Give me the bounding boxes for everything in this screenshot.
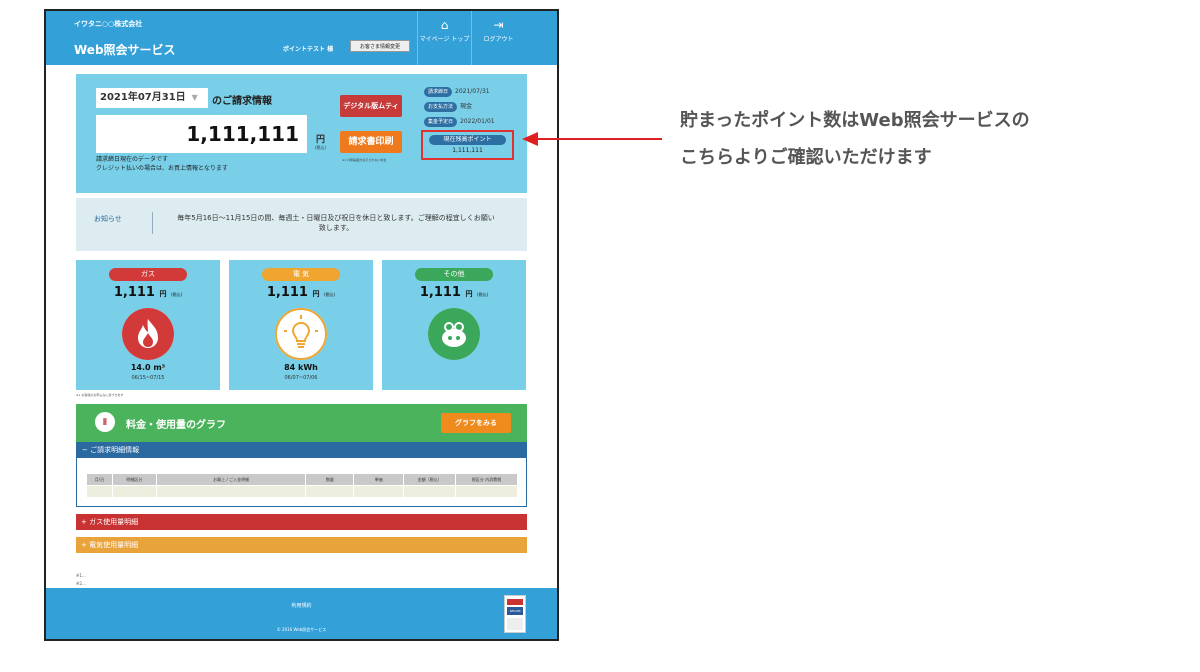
notice-panel: お知らせ 毎年5月16日～11月15日の間、毎週土・日曜日及び祝日を休日と致しま… [76,198,527,251]
billing-date-value: 2021年07月31日 [100,92,186,103]
info-label: お支払方法 [424,102,458,112]
yen-unit: 円 [316,135,326,145]
detail-table: 月/日 明細区分 お買上 / ご入金明細 数量 単価 金額（税込） 税区分 内消… [86,473,518,498]
user-name: ポイントテスト 様 [283,46,334,53]
info-label: 請求締日 [424,87,453,97]
print-note: ※1 印刷画面が表示されない場合 [342,158,387,162]
chart-icon: ▮ [95,412,115,432]
col-category: 明細区分 [111,473,157,486]
info-label: 集金予定日 [424,117,458,127]
table-row [86,485,518,498]
info-collection-date: 集金予定日 2022/01/01 [424,117,495,127]
gas-period: 06/15~07/15 [131,375,165,381]
gas-amount: 1,111 円 (税込) [113,285,183,300]
gas-card[interactable]: ガス 1,111 円 (税込) 14.0 m³ 06/15~07/15 [76,260,220,390]
copyright: © 2016 Web照会サービス [276,627,327,632]
billing-title: のご請求情報 [212,96,272,107]
electricity-period: 06/07~07/06 [284,375,318,381]
col-date: 月/日 [86,473,113,486]
info-value: 2022/01/01 [460,118,495,125]
electricity-amount: 1,111 円 (税込) [266,285,336,300]
col-quantity: 数量 [305,473,355,486]
site-header: イワタニ○○株式会社 Web照会サービス ポイントテスト 様 お客さま情報変更 … [46,11,557,65]
view-graph-button[interactable]: グラフをみる [441,413,511,433]
terms-link[interactable]: 利用規約 [46,602,557,609]
billing-panel: 2021年07月31日 ▼ のご請求情報 1,111,111 円 (税込) 請求締… [76,74,527,193]
col-description: お買上 / ご入金明細 [155,473,307,486]
annotation-line-1: 貯まったポイント数はWeb照会サービスの [680,110,1030,131]
customer-info-button[interactable]: お客さま情報変更 [350,40,410,52]
notice-divider [152,212,153,234]
other-card[interactable]: その他 1,111 円 (税込) [382,260,526,390]
info-payment-method: お支払方法 現金 [424,102,472,112]
electricity-card[interactable]: 電 気 1,111 円 (税込) 84 kWh 06/07~07/06 [229,260,373,390]
mypage-top-button[interactable]: ⌂ マイページ トップ [417,11,471,65]
footnote: ※1 お客様のお申込みに基づきます [76,393,124,397]
electricity-usage-detail-toggle[interactable]: + 電気使用量明細 [76,537,527,553]
info-value: 現金 [460,103,473,110]
secom-badge-bottom [507,618,523,630]
site-footer: 利用規約 © 2016 Web照会サービス SECOM [46,588,557,639]
gas-usage: 14.0 m³ [130,363,166,372]
points-highlight-box: 現在残高ポイント 1,111,111 [421,130,514,160]
annotation-text: 貯まったポイント数はWeb照会サービスの こちらよりご確認いただけます [680,102,1030,176]
graph-title: 料金・使用量のグラフ [126,420,226,431]
company-name: イワタニ○○株式会社 [74,20,143,28]
footer-note-2: ※2… [76,581,86,586]
electricity-usage: 84 kWh [284,363,318,372]
other-tag: その他 [415,268,493,281]
col-tax: 税区分 内消費税 [455,473,518,486]
mypage-top-label: マイページ トップ [419,36,470,43]
annotation-line-2: こちらよりご確認いただけます [680,147,932,168]
info-value: 2021/07/31 [455,88,490,95]
logout-label: ログアウト [483,36,514,43]
footer-notes: ※1… ※2… [76,572,86,588]
billing-note-line1: 請求締日現在のデータです [96,156,169,163]
secom-badge-top [507,599,523,605]
billing-date-select[interactable]: 2021年07月31日 ▼ [96,88,208,108]
bag-icon [428,308,480,360]
home-icon: ⌂ [440,18,449,32]
logout-button[interactable]: ⇥ ログアウト [471,11,525,65]
billing-detail-section: − ご請求明細情報 月/日 明細区分 お買上 / ご入金明細 数量 単価 金額（… [76,442,527,507]
tax-note: (税込) [315,145,327,150]
notice-label: お知らせ [94,215,122,223]
info-closing-date: 請求締日 2021/07/31 [424,87,490,97]
points-label: 現在残高ポイント [429,135,506,145]
screenshot-frame: イワタニ○○株式会社 Web照会サービス ポイントテスト 様 お客さま情報変更 … [44,9,559,641]
service-name[interactable]: Web照会サービス [74,41,176,58]
electricity-tag: 電 気 [262,268,340,281]
billing-note: 請求締日現在のデータです クレジット払いの場合は、お買上情報となります [96,155,228,173]
other-amount: 1,111 円 (税込) [419,285,489,300]
gas-tag: ガス [109,268,187,281]
col-unit-price: 単価 [353,473,405,486]
notice-text: 毎年5月16日～11月15日の間、毎週土・日曜日及び祝日を休日と致します。ご理解… [177,214,495,232]
footer-note-1: ※1… [76,573,86,578]
digital-version-button[interactable]: デジタル版ムティ [340,95,402,117]
col-amount: 金額（税込） [403,473,457,486]
gas-usage-detail-toggle[interactable]: + ガス使用量明細 [76,514,527,530]
chevron-down-icon: ▼ [191,93,198,102]
print-invoice-button[interactable]: 請求書印刷 [340,131,402,153]
flame-icon [122,308,174,360]
usage-graph-bar: ▮ 料金・使用量のグラフ グラフをみる [76,404,527,442]
logout-icon: ⇥ [493,18,504,32]
secom-badge[interactable]: SECOM [504,595,526,633]
annotation-arrow [522,132,662,146]
secom-badge-label: SECOM [507,607,523,615]
table-header-row: 月/日 明細区分 お買上 / ご入金明細 数量 単価 金額（税込） 税区分 内消… [86,473,518,486]
points-value: 1,111,111 [452,147,483,154]
billing-amount: 1,111,111 [96,115,307,153]
lightbulb-icon [275,308,327,360]
detail-header[interactable]: − ご請求明細情報 [77,443,526,458]
billing-note-line2: クレジット払いの場合は、お買上情報となります [96,165,228,172]
